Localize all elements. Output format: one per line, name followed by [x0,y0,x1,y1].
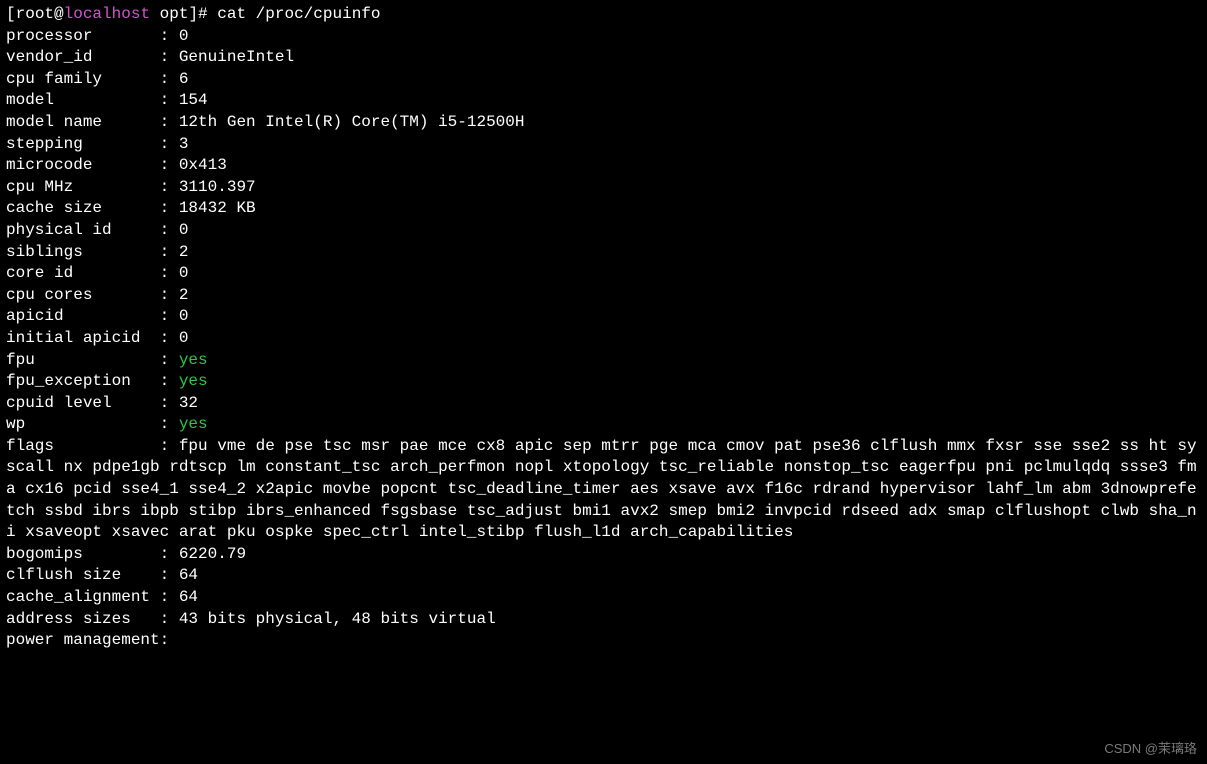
cpuinfo-row: core id : 0 [6,263,1201,285]
cpuinfo-row: processor : 0 [6,26,1201,48]
cpuinfo-key: physical id : [6,221,179,239]
cpuinfo-row: stepping : 3 [6,134,1201,156]
cpuinfo-row: cache size : 18432 KB [6,198,1201,220]
cpuinfo-value: 0 [179,221,189,239]
cpuinfo-row: vendor_id : GenuineIntel [6,47,1201,69]
cpuinfo-flags: flags : fpu vme de pse tsc msr pae mce c… [6,436,1201,544]
cpuinfo-row: clflush size : 64 [6,565,1201,587]
prompt-command: cat /proc/cpuinfo [217,5,380,23]
cpuinfo-key: cpu family : [6,70,179,88]
cpuinfo-value: 3 [179,135,189,153]
cpuinfo-key: cpu MHz : [6,178,179,196]
cpuinfo-key: apicid : [6,307,179,325]
cpuinfo-key: cache size : [6,199,179,217]
cpuinfo-key: fpu_exception : [6,372,179,390]
cpuinfo-value: 2 [179,286,189,304]
cpuinfo-key: cpuid level : [6,394,179,412]
cpuinfo-value: yes [179,415,208,433]
prompt-path: opt [150,5,188,23]
cpuinfo-key: initial apicid : [6,329,179,347]
cpuinfo-row: address sizes : 43 bits physical, 48 bit… [6,609,1201,631]
cpuinfo-row: physical id : 0 [6,220,1201,242]
prompt-open: [ [6,5,16,23]
cpuinfo-key: processor : [6,27,179,45]
cpuinfo-value: yes [179,351,208,369]
cpuinfo-value: 0 [179,329,189,347]
cpuinfo-row: initial apicid : 0 [6,328,1201,350]
cpuinfo-row: wp : yes [6,414,1201,436]
cpuinfo-row: bogomips : 6220.79 [6,544,1201,566]
cpuinfo-row: model : 154 [6,90,1201,112]
cpuinfo-value: 0 [179,27,189,45]
cpuinfo-key: model : [6,91,179,109]
cpuinfo-key: wp : [6,415,179,433]
cpuinfo-row: cache_alignment : 64 [6,587,1201,609]
cpuinfo-key: model name : [6,113,179,131]
cpuinfo-row: cpu MHz : 3110.397 [6,177,1201,199]
cpuinfo-value: GenuineIntel [179,48,294,66]
cpuinfo-rows: processor : 0vendor_id : GenuineIntelcpu… [6,26,1201,436]
cpuinfo-row: cpu family : 6 [6,69,1201,91]
cpuinfo-key: fpu : [6,351,179,369]
shell-prompt[interactable]: [root@localhost opt]# cat /proc/cpuinfo [6,4,1201,26]
watermark: CSDN @茉璃珞 [1104,740,1197,758]
prompt-host: localhost [64,5,150,23]
cpuinfo-row: fpu_exception : yes [6,371,1201,393]
cpuinfo-value: 12th Gen Intel(R) Core(TM) i5-12500H [179,113,525,131]
cpuinfo-tail: bogomips : 6220.79clflush size : 64cache… [6,544,1201,652]
cpuinfo-row: apicid : 0 [6,306,1201,328]
cpuinfo-key: vendor_id : [6,48,179,66]
cpuinfo-value: 3110.397 [179,178,256,196]
cpuinfo-row: cpu cores : 2 [6,285,1201,307]
cpuinfo-key: cpu cores : [6,286,179,304]
cpuinfo-value: 32 [179,394,198,412]
cpuinfo-key: siblings : [6,243,179,261]
cpuinfo-row: siblings : 2 [6,242,1201,264]
cpuinfo-value: 0x413 [179,156,227,174]
cpuinfo-row: model name : 12th Gen Intel(R) Core(TM) … [6,112,1201,134]
cpuinfo-key: microcode : [6,156,179,174]
cpuinfo-value: 154 [179,91,208,109]
cpuinfo-value: 0 [179,264,189,282]
cpuinfo-row: power management: [6,630,1201,652]
cpuinfo-key: stepping : [6,135,179,153]
cpuinfo-row: cpuid level : 32 [6,393,1201,415]
cpuinfo-value: yes [179,372,208,390]
prompt-close: ]# [188,5,217,23]
prompt-user: root@ [16,5,64,23]
cpuinfo-key: core id : [6,264,179,282]
cpuinfo-row: fpu : yes [6,350,1201,372]
cpuinfo-value: 0 [179,307,189,325]
cpuinfo-row: microcode : 0x413 [6,155,1201,177]
cpuinfo-value: 18432 KB [179,199,256,217]
cpuinfo-value: 2 [179,243,189,261]
cpuinfo-value: 6 [179,70,189,88]
